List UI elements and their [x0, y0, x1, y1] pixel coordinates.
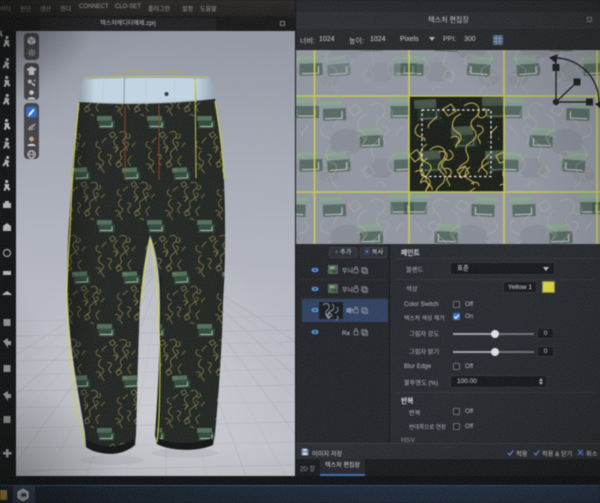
- svg-text:무늬: 무늬: [342, 267, 353, 275]
- svg-text:무늬: 무늬: [342, 286, 353, 294]
- svg-text:Ra: Ra: [342, 331, 350, 337]
- svg-text:패!: 패!: [346, 307, 354, 315]
